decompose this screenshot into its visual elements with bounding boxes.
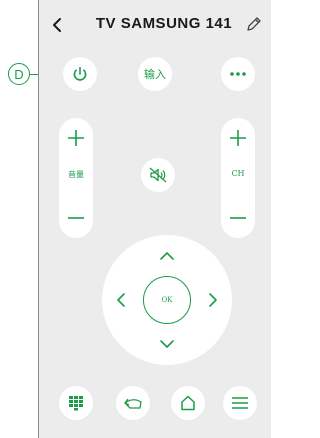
home-button[interactable] [171, 386, 205, 420]
direction-pad: OK [102, 235, 232, 365]
return-icon [124, 398, 142, 409]
mute-button[interactable] [141, 158, 175, 192]
callout-label: D [14, 66, 24, 82]
numpad-icon [69, 396, 83, 411]
pencil-icon [247, 17, 261, 31]
input-button[interactable]: 输入 [138, 57, 172, 91]
input-label: 输入 [144, 69, 166, 81]
menu-button[interactable] [223, 386, 257, 420]
chevron-left-icon [117, 293, 125, 307]
page-title: TV SAMSUNG 141 [95, 15, 233, 32]
channel-up-button[interactable] [228, 128, 248, 148]
more-horizontal-icon [230, 72, 246, 76]
menu-icon [232, 397, 248, 409]
remote-screen: TV SAMSUNG 141 输入 音量 CH OK [38, 0, 271, 438]
edit-button[interactable] [245, 15, 263, 33]
left-button[interactable] [112, 291, 130, 309]
power-button[interactable] [63, 57, 97, 91]
volume-label: 音量 [68, 170, 84, 179]
back-button[interactable] [49, 16, 67, 34]
chevron-down-icon [160, 340, 174, 348]
minus-icon [68, 217, 84, 219]
chevron-up-icon [160, 252, 174, 260]
numpad-button[interactable] [59, 386, 93, 420]
home-icon [181, 395, 195, 411]
chevron-left-icon [53, 18, 61, 32]
volume-control: 音量 [59, 118, 93, 238]
channel-down-button[interactable] [228, 208, 248, 228]
plus-icon [68, 130, 84, 146]
channel-control: CH [221, 118, 255, 238]
ok-button[interactable]: OK [143, 276, 191, 324]
minus-icon [230, 217, 246, 219]
down-button[interactable] [158, 335, 176, 353]
chevron-right-icon [209, 293, 217, 307]
up-button[interactable] [158, 247, 176, 265]
ok-label: OK [161, 296, 173, 304]
return-button[interactable] [116, 386, 150, 420]
right-button[interactable] [204, 291, 222, 309]
volume-up-button[interactable] [66, 128, 86, 148]
volume-down-button[interactable] [66, 208, 86, 228]
mute-icon [149, 167, 167, 183]
channel-label: CH [231, 169, 245, 178]
more-button[interactable] [221, 57, 255, 91]
callout-badge: D [8, 63, 30, 85]
plus-icon [230, 130, 246, 146]
power-icon [73, 66, 87, 81]
